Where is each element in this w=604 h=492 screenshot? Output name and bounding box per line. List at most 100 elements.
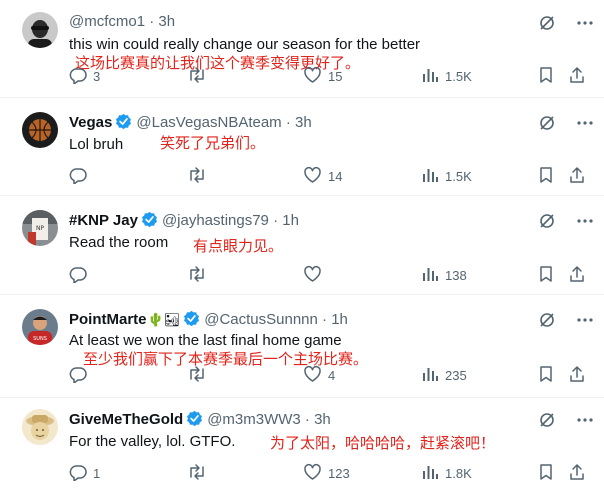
display-name[interactable]: #KNP Jay bbox=[69, 212, 138, 229]
handle[interactable]: @m3m3WW3 bbox=[207, 411, 301, 428]
views-button[interactable]: 1.5K bbox=[421, 166, 472, 187]
handle[interactable]: @CactusSunnnn bbox=[204, 311, 318, 328]
display-name[interactable]: Vegas bbox=[69, 114, 112, 131]
reply-button[interactable]: 3 bbox=[69, 66, 100, 87]
bookmark-button[interactable] bbox=[538, 365, 554, 388]
retweet-button[interactable] bbox=[187, 265, 213, 286]
avatar[interactable]: NP bbox=[22, 210, 58, 246]
retweet-icon bbox=[187, 463, 213, 484]
like-icon bbox=[303, 66, 328, 87]
display-name[interactable]: GiveMeTheGold bbox=[69, 411, 183, 428]
avatar[interactable] bbox=[22, 409, 58, 445]
reply-button[interactable] bbox=[69, 265, 93, 286]
tweet-header: @mcfcmo1 · 3h bbox=[69, 13, 175, 31]
avatar[interactable] bbox=[22, 12, 58, 48]
share-icon bbox=[568, 166, 586, 189]
views-button[interactable]: 1.5K bbox=[421, 66, 472, 87]
grok-icon[interactable] bbox=[538, 14, 556, 32]
tweet-4[interactable]: SUNS PointMarte🌵🏜 @CactusSunnnn · 1h At l… bbox=[0, 295, 604, 398]
share-button[interactable] bbox=[568, 66, 586, 89]
tweet-header: #KNP Jay @jayhastings79 · 1h bbox=[69, 211, 299, 233]
reply-icon bbox=[69, 265, 93, 286]
more-icon[interactable] bbox=[576, 212, 594, 230]
like-button[interactable]: 123 bbox=[303, 463, 350, 484]
like-count: 14 bbox=[328, 169, 343, 184]
verified-icon bbox=[186, 410, 203, 432]
handle[interactable]: @jayhastings79 bbox=[162, 212, 269, 229]
share-button[interactable] bbox=[568, 365, 586, 388]
tweet-2[interactable]: Vegas @LasVegasNBAteam · 3h Lol bruh 笑死了兄… bbox=[0, 98, 604, 196]
timestamp[interactable]: 3h bbox=[158, 13, 175, 30]
retweet-button[interactable] bbox=[187, 166, 213, 187]
tweet-text: this win could really change our season … bbox=[69, 36, 421, 53]
share-button[interactable] bbox=[568, 166, 586, 189]
like-icon bbox=[303, 365, 328, 386]
tweet-top-actions bbox=[538, 114, 594, 132]
like-icon bbox=[303, 265, 328, 286]
share-icon bbox=[568, 265, 586, 288]
reply-button[interactable]: 1 bbox=[69, 463, 100, 484]
bookmark-button[interactable] bbox=[538, 265, 554, 288]
like-icon bbox=[303, 463, 328, 484]
retweet-button[interactable] bbox=[187, 463, 213, 484]
reply-icon bbox=[69, 365, 93, 386]
tweet-text: At least we won the last final home game bbox=[69, 332, 342, 349]
retweet-button[interactable] bbox=[187, 365, 213, 386]
views-button[interactable]: 1.8K bbox=[421, 463, 472, 484]
timestamp[interactable]: 1h bbox=[331, 311, 348, 328]
handle[interactable]: @LasVegasNBAteam bbox=[136, 114, 281, 131]
share-button[interactable] bbox=[568, 463, 586, 486]
views-button[interactable]: 138 bbox=[421, 265, 467, 286]
tweet-top-actions bbox=[538, 212, 594, 230]
separator: · bbox=[322, 311, 328, 328]
share-button[interactable] bbox=[568, 265, 586, 288]
tweet-header: GiveMeTheGold @m3m3WW3 · 3h bbox=[69, 410, 331, 432]
like-button[interactable]: 15 bbox=[303, 66, 342, 87]
avatar[interactable]: SUNS bbox=[22, 309, 58, 345]
share-icon bbox=[568, 365, 586, 388]
bookmark-button[interactable] bbox=[538, 166, 554, 189]
grok-icon[interactable] bbox=[538, 114, 556, 132]
more-icon[interactable] bbox=[576, 311, 594, 329]
action-bar: 3 15 1.5K bbox=[0, 66, 604, 86]
tweet-3[interactable]: NP #KNP Jay @jayhastings79 · 1h Read the … bbox=[0, 196, 604, 295]
reply-icon bbox=[69, 66, 93, 87]
tweet-1[interactable]: @mcfcmo1 · 3h this win could really chan… bbox=[0, 0, 604, 98]
more-icon[interactable] bbox=[576, 411, 594, 429]
timestamp[interactable]: 3h bbox=[295, 114, 312, 131]
reply-icon bbox=[69, 463, 93, 484]
bookmark-button[interactable] bbox=[538, 463, 554, 486]
more-icon[interactable] bbox=[576, 14, 594, 32]
grok-icon[interactable] bbox=[538, 311, 556, 329]
tweet-5[interactable]: GiveMeTheGold @m3m3WW3 · 3h For the valle… bbox=[0, 398, 604, 492]
retweet-icon bbox=[187, 365, 213, 386]
more-icon[interactable] bbox=[576, 114, 594, 132]
retweet-button[interactable] bbox=[187, 66, 213, 87]
bookmark-button[interactable] bbox=[538, 66, 554, 89]
avatar[interactable] bbox=[22, 112, 58, 148]
separator: · bbox=[273, 212, 279, 229]
views-button[interactable]: 235 bbox=[421, 365, 467, 386]
like-button[interactable]: 14 bbox=[303, 166, 342, 187]
grok-icon[interactable] bbox=[538, 212, 556, 230]
share-icon bbox=[568, 463, 586, 486]
svg-text:NP: NP bbox=[36, 225, 44, 232]
view-count: 138 bbox=[445, 268, 467, 283]
bookmark-icon bbox=[538, 166, 554, 189]
reply-button[interactable] bbox=[69, 166, 93, 187]
translation-text: 笑死了兄弟们。 bbox=[160, 135, 266, 152]
translation-text: 为了太阳，哈哈哈哈，赶紧滚吧！ bbox=[270, 435, 496, 452]
retweet-icon bbox=[187, 265, 213, 286]
like-button[interactable]: 4 bbox=[303, 365, 335, 386]
handle[interactable]: @mcfcmo1 bbox=[69, 13, 145, 30]
display-name[interactable]: PointMarte bbox=[69, 311, 147, 328]
separator: · bbox=[149, 13, 155, 30]
timestamp[interactable]: 3h bbox=[314, 411, 331, 428]
reply-count: 1 bbox=[93, 466, 101, 481]
separator: · bbox=[285, 114, 291, 131]
grok-icon[interactable] bbox=[538, 411, 556, 429]
reply-button[interactable] bbox=[69, 365, 93, 386]
like-button[interactable] bbox=[303, 265, 328, 286]
timestamp[interactable]: 1h bbox=[282, 212, 299, 229]
views-icon bbox=[421, 365, 445, 386]
